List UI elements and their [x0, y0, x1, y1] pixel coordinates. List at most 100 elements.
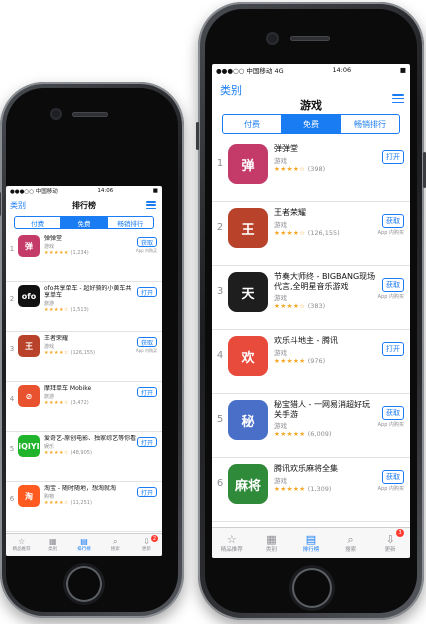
- tab-item[interactable]: ▦ 类别: [252, 528, 292, 558]
- app-name: 爱奇艺-原创电影、独家综艺等你看: [44, 435, 137, 442]
- app-icon[interactable]: 弹: [18, 235, 40, 257]
- in-app-purchase-label: App 内购买: [135, 348, 157, 353]
- app-row[interactable]: 6 淘 淘宝 - 随时随地，想淘就淘 购物 ★★★★☆ (11,251) 打开: [6, 482, 162, 532]
- nav-bar: 类别 游戏: [212, 76, 410, 112]
- rank-number: 6: [9, 495, 15, 503]
- app-icon[interactable]: 麻将: [228, 464, 268, 504]
- app-row[interactable]: 3 天 节奏大师终 - BIGBANG现场代言,全明星音乐游戏 游戏 ★★★★☆…: [212, 266, 410, 330]
- app-row[interactable]: 4 ⊘ 摩拜单车 Mobike 旅游 ★★★★☆ (3,472) 打开: [6, 382, 162, 432]
- action-column: 打开: [137, 487, 157, 498]
- rating-count: (11,251): [70, 500, 92, 507]
- app-category: 游戏: [274, 476, 287, 485]
- action-column: 获取 App 内购买: [378, 406, 404, 428]
- app-row[interactable]: 1 弹 弹弹堂 游戏 ★★★★☆ (398) 打开: [212, 138, 410, 202]
- tab-label: 类别: [265, 546, 277, 553]
- app-name: 弹弹堂: [44, 235, 63, 242]
- app-name: 欢乐斗地主 - 腾讯: [274, 336, 338, 345]
- tab-icon: ▤: [80, 537, 88, 546]
- tab-item[interactable]: ⌕ 搜索: [100, 534, 131, 556]
- get-open-button[interactable]: 打开: [137, 287, 157, 297]
- tab-icon: ☆: [18, 537, 26, 546]
- app-category: 游戏: [44, 244, 55, 251]
- rating-stars: ★★★★★: [274, 430, 306, 439]
- tab-label: 更新: [384, 546, 396, 553]
- app-icon[interactable]: 秘: [228, 400, 268, 440]
- get-open-button[interactable]: 获取: [382, 278, 404, 292]
- rating-stars: ★★★★☆: [44, 450, 69, 457]
- app-icon[interactable]: 王: [228, 208, 268, 248]
- app-category: 游戏: [274, 294, 287, 303]
- tab-item[interactable]: ▤ 排行榜: [68, 534, 99, 556]
- rating-count: (48,905): [70, 450, 92, 457]
- get-open-button[interactable]: 获取: [382, 406, 404, 420]
- tab-item[interactable]: ☆ 精品推荐: [6, 534, 37, 556]
- tab-item[interactable]: ☆ 精品推荐: [212, 528, 252, 558]
- get-open-button[interactable]: 打开: [137, 487, 157, 497]
- list-menu-icon[interactable]: [146, 201, 156, 209]
- in-app-purchase-label: App 内购买: [377, 486, 404, 492]
- rating-stars: ★★★★★: [274, 484, 306, 493]
- tab-label: 精品推荐: [220, 546, 243, 553]
- rank-number: 2: [216, 222, 224, 233]
- segment-top-grossing[interactable]: 畅销排行: [341, 115, 399, 133]
- segmented-control: 付费 免费 畅销排行: [222, 114, 400, 134]
- app-row[interactable]: 2 ofo ofo共享单车 - 超好骑的小黄车共享单车 旅游 ★★★★☆ (1,…: [6, 282, 162, 332]
- app-icon[interactable]: 弹: [228, 144, 268, 184]
- tab-label: 搜索: [345, 546, 357, 553]
- app-icon[interactable]: iQIYI: [18, 435, 40, 457]
- app-row[interactable]: 5 iQIYI 爱奇艺-原创电影、独家综艺等你看 娱乐 ★★★★☆ (48,90…: [6, 432, 162, 482]
- get-open-button[interactable]: 获取: [137, 237, 157, 247]
- back-button[interactable]: 类别: [10, 200, 26, 211]
- app-icon[interactable]: 淘: [18, 485, 40, 507]
- get-open-button[interactable]: 打开: [382, 342, 404, 356]
- get-open-button[interactable]: 获取: [382, 470, 404, 484]
- app-icon[interactable]: ⊘: [18, 385, 40, 407]
- list-menu-icon[interactable]: [392, 94, 404, 103]
- segment-paid[interactable]: 付费: [15, 217, 62, 228]
- app-row[interactable]: 4 欢 欢乐斗地主 - 腾讯 游戏 ★★★★★ (976) 打开: [212, 330, 410, 394]
- rating-stars: ★★★★★: [274, 356, 306, 365]
- app-category: 游戏: [44, 344, 55, 351]
- action-column: 打开: [382, 342, 404, 357]
- get-open-button[interactable]: 打开: [137, 437, 157, 447]
- app-icon[interactable]: ofo: [18, 285, 40, 307]
- app-info: 王者荣耀 游戏 ★★★★☆ (126,155): [274, 208, 378, 237]
- rank-number: 1: [216, 158, 224, 169]
- action-column: 打开: [137, 437, 157, 448]
- left-phone-camera: [52, 110, 60, 118]
- in-app-purchase-label: App 内购买: [135, 248, 157, 253]
- right-phone-home-button[interactable]: [292, 568, 332, 608]
- app-info: 腾讯欢乐麻将全集 游戏 ★★★★★ (1,309): [274, 464, 378, 493]
- tab-bar: ☆ 精品推荐 ▦ 类别 ▤ 排行榜 ⌕ 搜索 ⇩ 更新 3: [212, 527, 410, 558]
- segment-free[interactable]: 免费: [61, 217, 108, 228]
- app-row[interactable]: 5 秘 秘宝猎人 - 一网易消超好玩关手游 游戏 ★★★★★ (6,009) 获…: [212, 394, 410, 458]
- app-row[interactable]: 2 王 王者荣耀 游戏 ★★★★☆ (126,155) 获取 App 内购买: [212, 202, 410, 266]
- tab-icon: ⌕: [112, 537, 118, 546]
- app-row[interactable]: 3 王 王者荣耀 游戏 ★★★★☆ (126,155) 获取 App 内购买: [6, 332, 162, 382]
- left-phone-home-button[interactable]: [66, 566, 102, 602]
- tab-item[interactable]: ⌕ 搜索: [331, 528, 371, 558]
- app-info: 淘宝 - 随时随地，想淘就淘 购物 ★★★★☆ (11,251): [44, 485, 137, 506]
- rating-stars: ★★★★☆: [44, 500, 69, 507]
- tab-item[interactable]: ⇩ 更新 2: [131, 534, 162, 556]
- get-open-button[interactable]: 获取: [137, 337, 157, 347]
- segment-paid[interactable]: 付费: [223, 115, 282, 133]
- tab-item[interactable]: ⇩ 更新 3: [370, 528, 410, 558]
- app-name: ofo共享单车 - 超好骑的小黄车共享单车: [44, 285, 132, 300]
- back-button[interactable]: 类别: [220, 82, 242, 98]
- get-open-button[interactable]: 打开: [137, 387, 157, 397]
- get-open-button[interactable]: 获取: [382, 214, 404, 228]
- rating-count: (976): [307, 356, 326, 365]
- clock-label: 14:06: [332, 66, 352, 74]
- app-icon[interactable]: 王: [18, 335, 40, 357]
- app-icon[interactable]: 天: [228, 272, 268, 312]
- tab-item[interactable]: ▤ 排行榜: [291, 528, 331, 558]
- rating-count: (126,155): [307, 228, 340, 237]
- app-row[interactable]: 1 弹 弹弹堂 游戏 ★★★★★ (1,234) 获取 App 内购买: [6, 232, 162, 282]
- segment-top-grossing[interactable]: 畅销排行: [108, 217, 153, 228]
- get-open-button[interactable]: 打开: [382, 150, 404, 164]
- app-icon[interactable]: 欢: [228, 336, 268, 376]
- tab-item[interactable]: ▦ 类别: [37, 534, 68, 556]
- segment-free[interactable]: 免费: [282, 115, 341, 133]
- app-row[interactable]: 6 麻将 腾讯欢乐麻将全集 游戏 ★★★★★ (1,309) 获取 App 内购…: [212, 458, 410, 522]
